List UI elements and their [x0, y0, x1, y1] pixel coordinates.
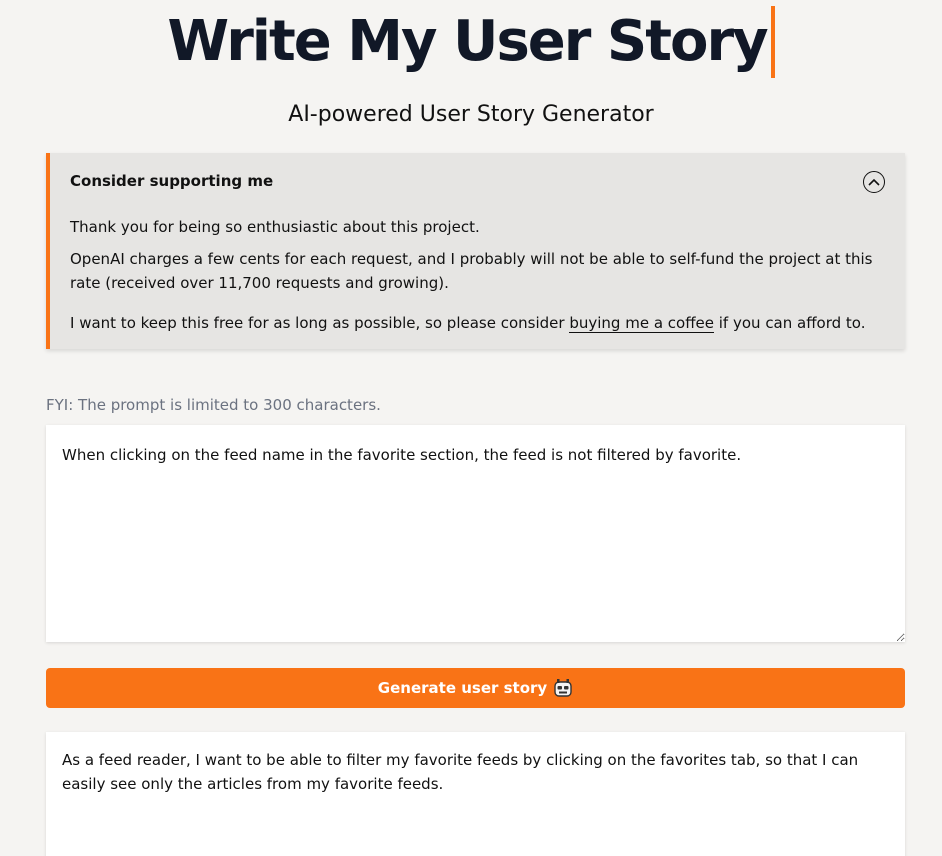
page-subtitle: AI-powered User Story Generator [288, 102, 654, 127]
robot-icon [553, 678, 573, 698]
prompt-input[interactable]: When clicking on the feed name in the fa… [46, 425, 905, 642]
buy-me-a-coffee-link[interactable]: buying me a coffee [569, 314, 714, 333]
page-title: Write My User Story [167, 9, 768, 74]
support-panel: Consider supporting me Thank you for bei… [46, 153, 905, 349]
support-cost-text: OpenAI charges a few cents for each requ… [70, 250, 873, 292]
generated-story-output: As a feed reader, I want to be able to f… [46, 732, 905, 856]
support-thanks-text: Thank you for being so enthusiastic abou… [70, 218, 480, 236]
chevron-up-icon [868, 178, 880, 186]
support-request-text-before: I want to keep this free for as long as … [70, 314, 570, 332]
collapse-toggle-button[interactable] [863, 171, 885, 193]
typing-cursor [770, 6, 775, 78]
support-request-text-after: if you can afford to. [714, 314, 866, 332]
support-request-text: I want to keep this free for as long as … [70, 311, 885, 335]
support-title: Consider supporting me [70, 172, 274, 190]
prompt-limit-notice: FYI: The prompt is limited to 300 charac… [46, 396, 381, 414]
generate-user-story-button[interactable]: Generate user story [46, 668, 905, 708]
generate-button-label: Generate user story [377, 679, 548, 697]
page-header: Write My User Story [0, 4, 942, 80]
